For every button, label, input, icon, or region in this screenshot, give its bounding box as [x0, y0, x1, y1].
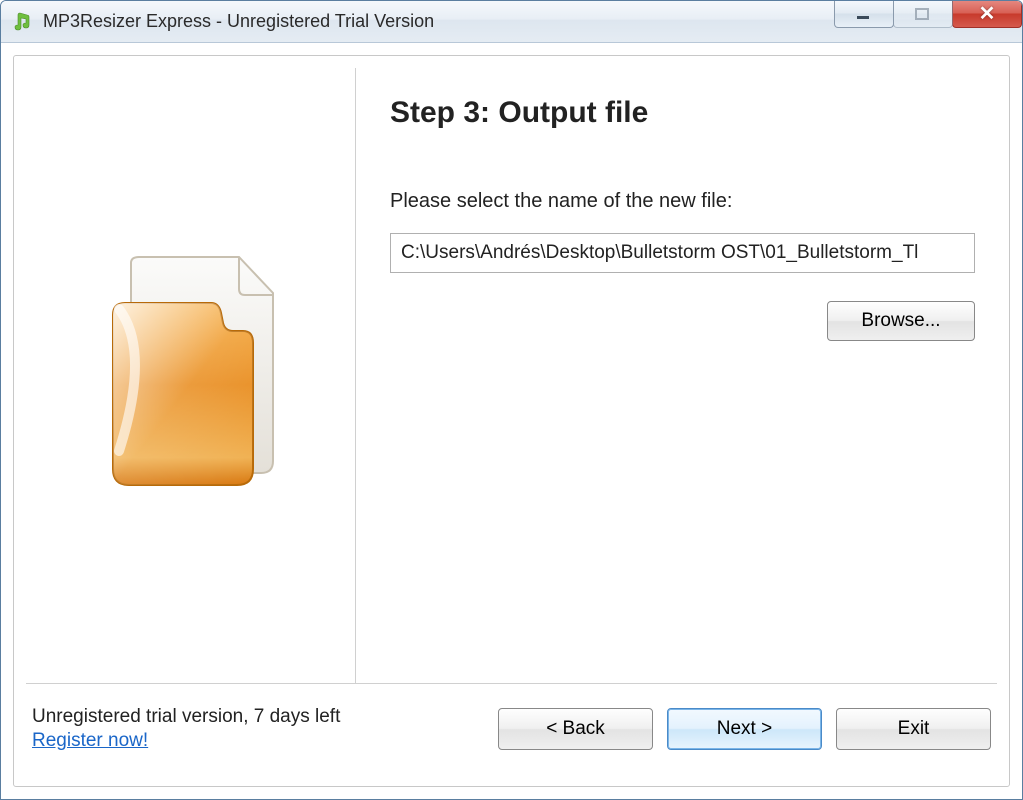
minimize-button[interactable] [834, 0, 894, 28]
main-area: Step 3: Output file Please select the na… [26, 68, 997, 684]
content-outer: Step 3: Output file Please select the na… [1, 43, 1022, 799]
trial-info: Unregistered trial version, 7 days left … [32, 706, 498, 752]
maximize-icon [914, 7, 932, 21]
maximize-button[interactable] [893, 0, 953, 28]
footer-buttons: < Back Next > Exit [498, 708, 991, 750]
exit-button[interactable]: Exit [836, 708, 991, 750]
instruction-text: Please select the name of the new file: [390, 190, 975, 213]
next-button[interactable]: Next > [667, 708, 822, 750]
footer: Unregistered trial version, 7 days left … [26, 684, 997, 774]
titlebar[interactable]: MP3Resizer Express - Unregistered Trial … [1, 1, 1022, 43]
left-pane [26, 68, 356, 683]
app-window: MP3Resizer Express - Unregistered Trial … [0, 0, 1023, 800]
content-frame: Step 3: Output file Please select the na… [13, 55, 1010, 787]
window-controls: ✕ [835, 0, 1022, 28]
register-link[interactable]: Register now! [32, 730, 148, 752]
close-icon: ✕ [979, 1, 996, 26]
folder-icon [91, 251, 291, 501]
output-path-input[interactable] [390, 233, 975, 273]
browse-button[interactable]: Browse... [827, 301, 975, 341]
app-icon [11, 11, 33, 33]
back-button[interactable]: < Back [498, 708, 653, 750]
trial-status-text: Unregistered trial version, 7 days left [32, 706, 498, 728]
close-button[interactable]: ✕ [952, 0, 1022, 28]
right-pane: Step 3: Output file Please select the na… [356, 68, 997, 683]
step-heading: Step 3: Output file [390, 96, 975, 130]
minimize-icon [855, 7, 873, 21]
